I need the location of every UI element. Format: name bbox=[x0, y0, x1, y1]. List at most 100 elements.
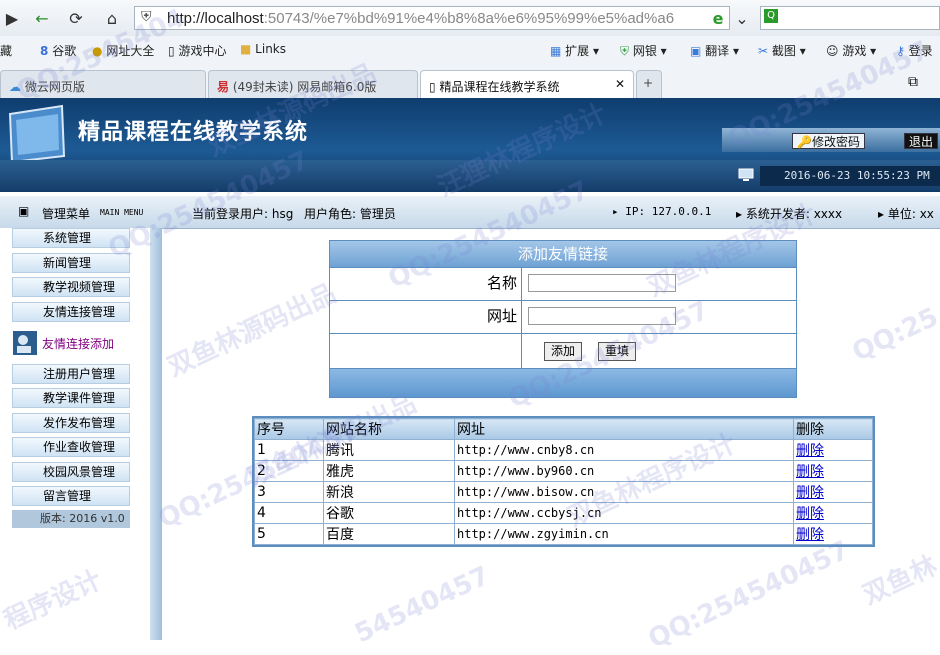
row-url: http://www.ccbysj.cn bbox=[454, 502, 794, 524]
refresh-icon[interactable]: ⟳ bbox=[64, 6, 88, 30]
row-name: 新浪 bbox=[323, 481, 455, 503]
add-button[interactable]: 添加 bbox=[544, 342, 583, 361]
header-actions: 🔑修改密码 退出 bbox=[722, 128, 940, 152]
row-name: 雅虎 bbox=[323, 460, 455, 482]
actions-label-cell bbox=[330, 334, 522, 368]
delete-link[interactable]: 删除 bbox=[796, 527, 824, 543]
toolbar-label: 游戏 bbox=[842, 44, 867, 58]
hao-icon: ● bbox=[92, 44, 103, 58]
row-name: 百度 bbox=[323, 523, 455, 545]
bookmark-google[interactable]: 8 谷歌 bbox=[40, 42, 76, 59]
sidebar-item-system[interactable]: 系统管理 bbox=[12, 228, 130, 248]
search-input[interactable]: Q bbox=[760, 6, 940, 30]
folder-icon: ■ bbox=[240, 42, 252, 56]
toolbar-screenshot[interactable]: ✂ 截图 ▾ bbox=[758, 42, 806, 59]
back-icon[interactable]: ← bbox=[30, 6, 54, 30]
sidebar-item-courseware[interactable]: 教学课件管理 bbox=[12, 388, 130, 408]
toolbar-label: 截图 bbox=[771, 44, 796, 58]
info-bar: ▣ 管理菜单 MAIN MENU 当前登录用户: hsg 用户角色: 管理员 ▸… bbox=[0, 196, 940, 229]
delete-link[interactable]: 删除 bbox=[796, 464, 824, 480]
key-icon: ⚷ bbox=[896, 44, 905, 58]
tab-strip: ☁ 微云网页版 易 (49封未读) 网易邮箱6.0版 ▯ 精品课程在线教学系统 ✕… bbox=[0, 68, 940, 98]
close-icon[interactable]: ✕ bbox=[615, 77, 625, 91]
page-icon: ▯ bbox=[168, 44, 175, 58]
table-row: 5 百度 http://www.zgyimin.cn 删除 bbox=[254, 523, 873, 545]
plus-icon: + bbox=[643, 76, 654, 90]
bookmark-favorites[interactable]: 藏 bbox=[0, 42, 12, 59]
url-label: 网址 bbox=[330, 301, 522, 333]
unit-text: 单位: xx bbox=[887, 207, 934, 221]
reset-button[interactable]: 重填 bbox=[598, 342, 637, 361]
bookmark-hao123[interactable]: ● 网址大全 bbox=[92, 42, 154, 59]
sidebar-item-news[interactable]: 新闻管理 bbox=[12, 253, 130, 273]
change-password-button[interactable]: 🔑修改密码 bbox=[792, 133, 865, 149]
sidebar-item-publish[interactable]: 发作发布管理 bbox=[12, 413, 130, 433]
menu-icon: ▣ bbox=[18, 204, 30, 218]
sidebar-item-users[interactable]: 注册用户管理 bbox=[12, 364, 130, 384]
toolbar-label: 翻译 bbox=[705, 44, 730, 58]
sidebar-item-links[interactable]: 友情连接管理 bbox=[12, 302, 130, 322]
address-bar[interactable]: ⛨ http://localhost:50743/%e7%bd%91%e4%b8… bbox=[134, 6, 730, 30]
address-path: :50743/%e7%bd%91%e4%b8%8a%e6%95%99%e5%ad… bbox=[263, 10, 675, 27]
delete-link[interactable]: 删除 bbox=[796, 485, 824, 501]
site-title: 精品课程在线教学系统 bbox=[78, 120, 309, 145]
row-no: 3 bbox=[254, 481, 324, 503]
sidebar-rail bbox=[150, 228, 162, 640]
tab-weiyun[interactable]: ☁ 微云网页版 bbox=[0, 70, 206, 98]
menu-edge-icon: ▶ bbox=[5, 8, 19, 28]
row-no: 4 bbox=[254, 502, 324, 524]
table-row: 3 新浪 http://www.bisow.cn 删除 bbox=[254, 481, 873, 503]
watermark: 双鱼林源码出品 bbox=[163, 278, 341, 383]
toolbar-extensions[interactable]: ▦ 扩展 ▾ bbox=[550, 42, 599, 59]
site-header: 精品课程在线教学系统 🔑修改密码 退出 2016-06-23 10:55:23 … bbox=[0, 98, 940, 192]
toolbar-ebank[interactable]: ⛨ 网银 ▾ bbox=[620, 42, 667, 59]
sidebar-item-messages[interactable]: 留言管理 bbox=[12, 486, 130, 506]
name-input[interactable] bbox=[528, 274, 676, 292]
arrow-icon: ▸ bbox=[736, 207, 746, 221]
table-row: 1 腾讯 http://www.cnby8.cn 删除 bbox=[254, 439, 873, 461]
toolbar-translate[interactable]: ▣ 翻译 ▾ bbox=[690, 42, 739, 59]
delete-link[interactable]: 删除 bbox=[796, 443, 824, 459]
developer-info: ▸ 系统开发者: xxxx bbox=[736, 205, 842, 222]
menu-subtitle: MAIN MENU bbox=[100, 208, 144, 217]
new-tab-button[interactable]: + bbox=[636, 70, 662, 98]
bookmark-game-center[interactable]: ▯ 游戏中心 bbox=[168, 42, 226, 59]
scissors-icon: ✂ bbox=[758, 44, 769, 58]
date-bar: 2016-06-23 10:55:23 PM bbox=[0, 160, 940, 190]
address-host: http://localhost bbox=[167, 10, 264, 27]
ip-info: ▸ IP: 127.0.0.1 bbox=[612, 205, 711, 218]
arrow-icon: ▸ bbox=[878, 207, 888, 221]
toolbar-login[interactable]: ⚷ 登录 bbox=[896, 42, 933, 59]
toolbar-label: 扩展 bbox=[565, 44, 590, 58]
sidebar-item-add-link[interactable]: 友情连接添加 bbox=[12, 328, 152, 358]
sidebar-item-scenery[interactable]: 校园风景管理 bbox=[12, 462, 130, 482]
dropdown-chevron-icon[interactable]: ⌄ bbox=[730, 6, 754, 30]
logout-button[interactable]: 退出 bbox=[904, 133, 939, 149]
tab-163-mail[interactable]: 易 (49封未读) 网易邮箱6.0版 bbox=[208, 70, 418, 98]
delete-link[interactable]: 删除 bbox=[796, 506, 824, 522]
ie-mode-icon[interactable]: e bbox=[706, 6, 730, 30]
bookmark-label: Links bbox=[255, 42, 286, 56]
security-shield-icon: ⛨ bbox=[141, 9, 152, 25]
cloud-icon: ☁ bbox=[9, 80, 21, 94]
address-url: http://localhost:50743/%e7%bd%91%e4%b8%8… bbox=[167, 10, 674, 27]
browser-chrome: ▶ ← ⟳ ⌂ ⛨ http://localhost:50743/%e7%bd%… bbox=[0, 0, 940, 99]
tab-label: (49封未读) 网易邮箱6.0版 bbox=[232, 80, 377, 94]
menu-title: 管理菜单 bbox=[42, 207, 91, 221]
sidebar-item-videos[interactable]: 教学视频管理 bbox=[12, 277, 130, 297]
bookmark-links[interactable]: ■ Links bbox=[240, 42, 286, 56]
sidebar-item-homework[interactable]: 作业查收管理 bbox=[12, 437, 130, 457]
toolbar-label: 登录 bbox=[908, 44, 933, 58]
toolbar-games[interactable]: ☺ 游戏 ▾ bbox=[826, 42, 876, 59]
translate-icon: ▣ bbox=[690, 44, 702, 58]
unit-info: ▸ 单位: xx bbox=[878, 205, 934, 222]
toolbar-label: 网银 bbox=[632, 44, 657, 58]
tab-list-icon[interactable]: ⧉ bbox=[908, 74, 918, 90]
header-name: 网站名称 bbox=[323, 418, 455, 440]
tab-course-system[interactable]: ▯ 精品课程在线教学系统 ✕ bbox=[420, 70, 634, 98]
url-input[interactable] bbox=[528, 307, 676, 325]
home-icon[interactable]: ⌂ bbox=[100, 6, 124, 30]
row-url: http://www.cnby8.cn bbox=[454, 439, 794, 461]
form-title: 添加友情链接 bbox=[330, 241, 796, 267]
ip-text: IP: 127.0.0.1 bbox=[625, 205, 712, 218]
